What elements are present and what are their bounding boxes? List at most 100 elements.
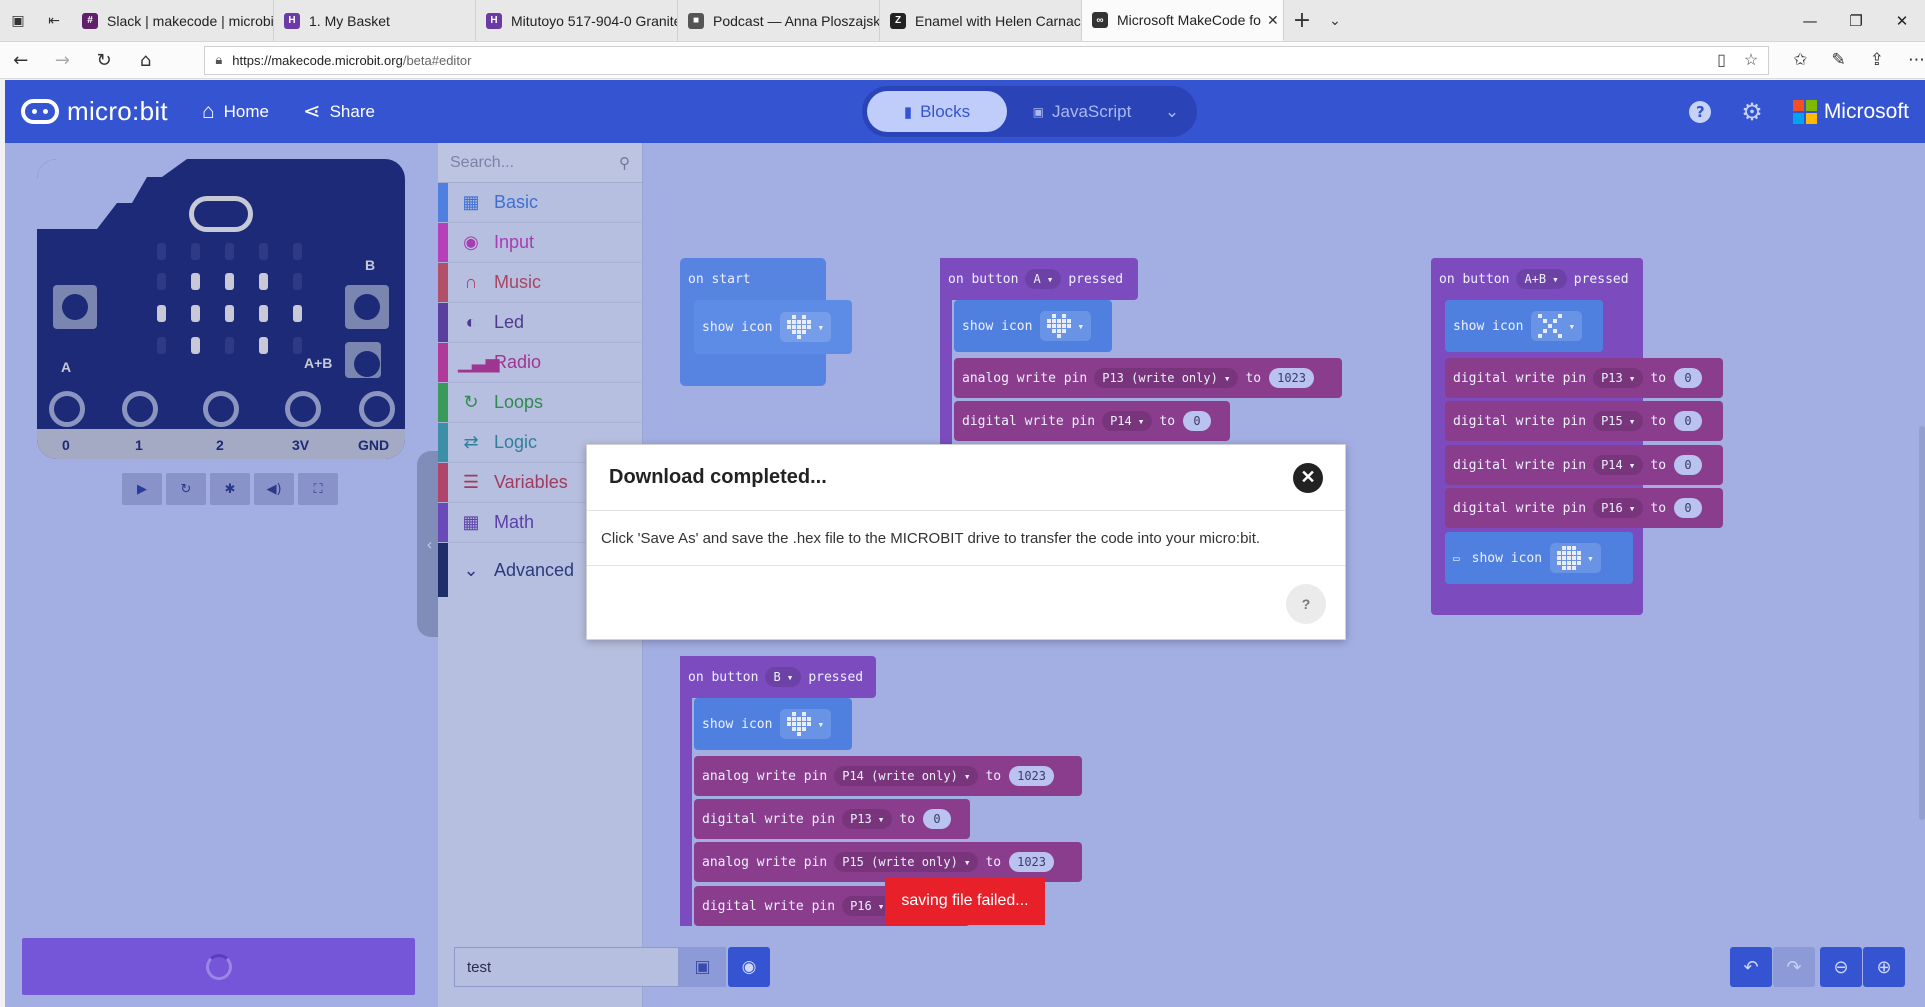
show-icon-block[interactable]: show icon [1445,300,1603,352]
back-icon[interactable]: ← [0,50,42,71]
pin-dropdown[interactable]: P15 [1593,411,1644,431]
pin-dropdown[interactable]: P13 [1593,368,1644,388]
button-b[interactable] [345,285,389,329]
category-music[interactable]: ∩ Music [438,263,642,303]
heart-icon-dropdown[interactable] [780,312,832,342]
pin-dropdown[interactable]: P15 (write only) [834,852,979,872]
on-button-a-header[interactable]: on button A pressed [940,258,1138,300]
share-icon[interactable]: ⇪ [1870,50,1884,70]
gear-icon[interactable]: ⚙ [1741,98,1763,126]
browser-tab[interactable]: # Slack | makecode | microbit [72,0,274,41]
pin-dropdown[interactable]: P14 [1102,411,1153,431]
icon-dropdown[interactable] [1040,311,1092,341]
pin-dropdown[interactable]: P16 [1593,498,1644,518]
category-radio[interactable]: ▁▃▅ Radio [438,343,642,383]
button-dropdown[interactable]: B [765,667,802,687]
digital-write-block[interactable]: digital write pin P14 to 0 [1445,445,1723,485]
dialog-help-button[interactable]: ? [1286,584,1326,624]
restart-icon[interactable]: ↻ [166,473,206,505]
reading-view-icon[interactable]: ▯ [1717,50,1726,70]
icon-dropdown[interactable] [1531,311,1583,341]
pin-3v[interactable] [285,391,321,427]
home-button[interactable]: ⌂ Home [202,100,269,124]
minimize-icon[interactable]: — [1787,0,1833,41]
category-led[interactable]: ◐ Led [438,303,642,343]
favorites-icon[interactable]: ✩ [1793,50,1807,70]
category-basic[interactable]: ▦ Basic [438,183,642,223]
toolbox-search-input[interactable]: Search... ⚲ [438,143,642,183]
value-input[interactable]: 1023 [1269,368,1315,388]
download-button[interactable] [22,938,415,995]
value-input[interactable]: 1023 [1009,766,1055,786]
more-icon[interactable]: ⋯ [1908,50,1925,70]
on-start-header[interactable]: on start [680,258,826,300]
vertical-scrollbar[interactable] [1919,426,1925,820]
category-loops[interactable]: ↻ Loops [438,383,642,423]
browser-tab[interactable]: H 1. My Basket [274,0,476,41]
javascript-tab[interactable]: ▣ JavaScript [1022,91,1142,132]
button-dropdown[interactable]: A [1025,269,1062,289]
pen-icon[interactable]: ✎ [1832,50,1846,70]
pin-gnd[interactable] [359,391,395,427]
redo-button[interactable]: ↷ [1773,947,1815,987]
icon-dropdown[interactable] [1550,543,1601,573]
value-input[interactable]: 0 [1183,411,1212,431]
browser-tab[interactable]: ■ Podcast — Anna Ploszajski [678,0,880,41]
analog-write-block[interactable]: analog write pin P14 (write only) to 102… [694,756,1082,796]
share-button[interactable]: ⋖ Share [303,99,375,124]
undo-button[interactable]: ↶ [1730,947,1772,987]
pin-dropdown[interactable]: P13 [842,809,893,829]
analog-write-block[interactable]: analog write pin P13 (write only) to 102… [954,358,1342,398]
browser-tab-active[interactable]: ∞ Microsoft MakeCode fo ✕ [1082,0,1284,41]
url-field[interactable]: 🔒︎ https://makecode.microbit.org/beta#ed… [204,45,1770,75]
button-dropdown[interactable]: A+B [1516,269,1567,289]
fullscreen-icon[interactable]: ⛶ [298,473,338,505]
pin-2[interactable] [203,391,239,427]
show-icon-block[interactable]: ▭ show icon [1445,532,1633,584]
restore-icon[interactable]: ❐ [1833,0,1879,41]
save-button[interactable]: ▣ [679,947,726,987]
microsoft-logo[interactable]: Microsoft [1792,99,1909,124]
tab-actions-icon[interactable]: ▣ [0,0,36,41]
analog-write-block[interactable]: analog write pin P15 (write only) to 102… [694,842,1082,882]
on-button-ab-header[interactable]: on button A+B pressed [1431,258,1643,300]
home-icon[interactable]: ⌂ [125,50,167,71]
editor-dropdown-chevron-icon[interactable]: ⌄ [1157,91,1187,132]
show-icon-block[interactable]: show icon [694,698,852,750]
value-input[interactable]: 0 [1674,368,1703,388]
debug-bug-icon[interactable]: ✱ [210,473,250,505]
mute-icon[interactable]: ◀) [254,473,294,505]
set-aside-tabs-icon[interactable]: ⇤ [36,0,72,41]
button-a[interactable] [53,285,97,329]
on-button-b-header[interactable]: on button B pressed [680,656,876,698]
pin-0[interactable] [49,391,85,427]
show-icon-block[interactable]: show icon [694,300,852,354]
value-input[interactable]: 0 [1674,498,1703,518]
microbit-simulator[interactable]: A B A+B 0 1 2 3V GND [37,159,405,459]
microbit-logo[interactable]: micro:bit [21,96,168,127]
github-button[interactable]: ◉ [728,947,770,987]
help-icon[interactable]: ? [1689,100,1712,123]
pin-dropdown[interactable]: P14 [1593,455,1644,475]
digital-write-block[interactable]: digital write pin P13 to 0 [1445,358,1723,398]
digital-write-block[interactable]: digital write pin P14 to 0 [954,401,1230,441]
project-name-input[interactable]: test [454,947,679,987]
pin-dropdown[interactable]: P13 (write only) [1094,368,1239,388]
blocks-tab[interactable]: ▮ Blocks [867,91,1007,132]
zoom-in-button[interactable]: ⊕ [1863,947,1905,987]
favorite-star-icon[interactable]: ☆ [1744,50,1758,70]
refresh-icon[interactable]: ↻ [83,50,125,71]
value-input[interactable]: 0 [923,809,952,829]
play-icon[interactable]: ▶ [122,473,162,505]
digital-write-block[interactable]: digital write pin P13 to 0 [694,799,970,839]
close-window-icon[interactable]: ✕ [1879,0,1925,41]
browser-tab[interactable]: Z Enamel with Helen Carnac | [880,0,1082,41]
show-icon-block[interactable]: show icon [954,300,1112,352]
tab-preview-chevron-icon[interactable]: ⌄ [1320,0,1350,41]
category-input[interactable]: ◉ Input [438,223,642,263]
close-tab-icon[interactable]: ✕ [1261,12,1279,29]
value-input[interactable]: 0 [1674,455,1703,475]
new-tab-icon[interactable]: + [1284,0,1320,41]
pin-dropdown[interactable]: P14 (write only) [834,766,979,786]
close-icon[interactable]: ✕ [1293,462,1323,493]
